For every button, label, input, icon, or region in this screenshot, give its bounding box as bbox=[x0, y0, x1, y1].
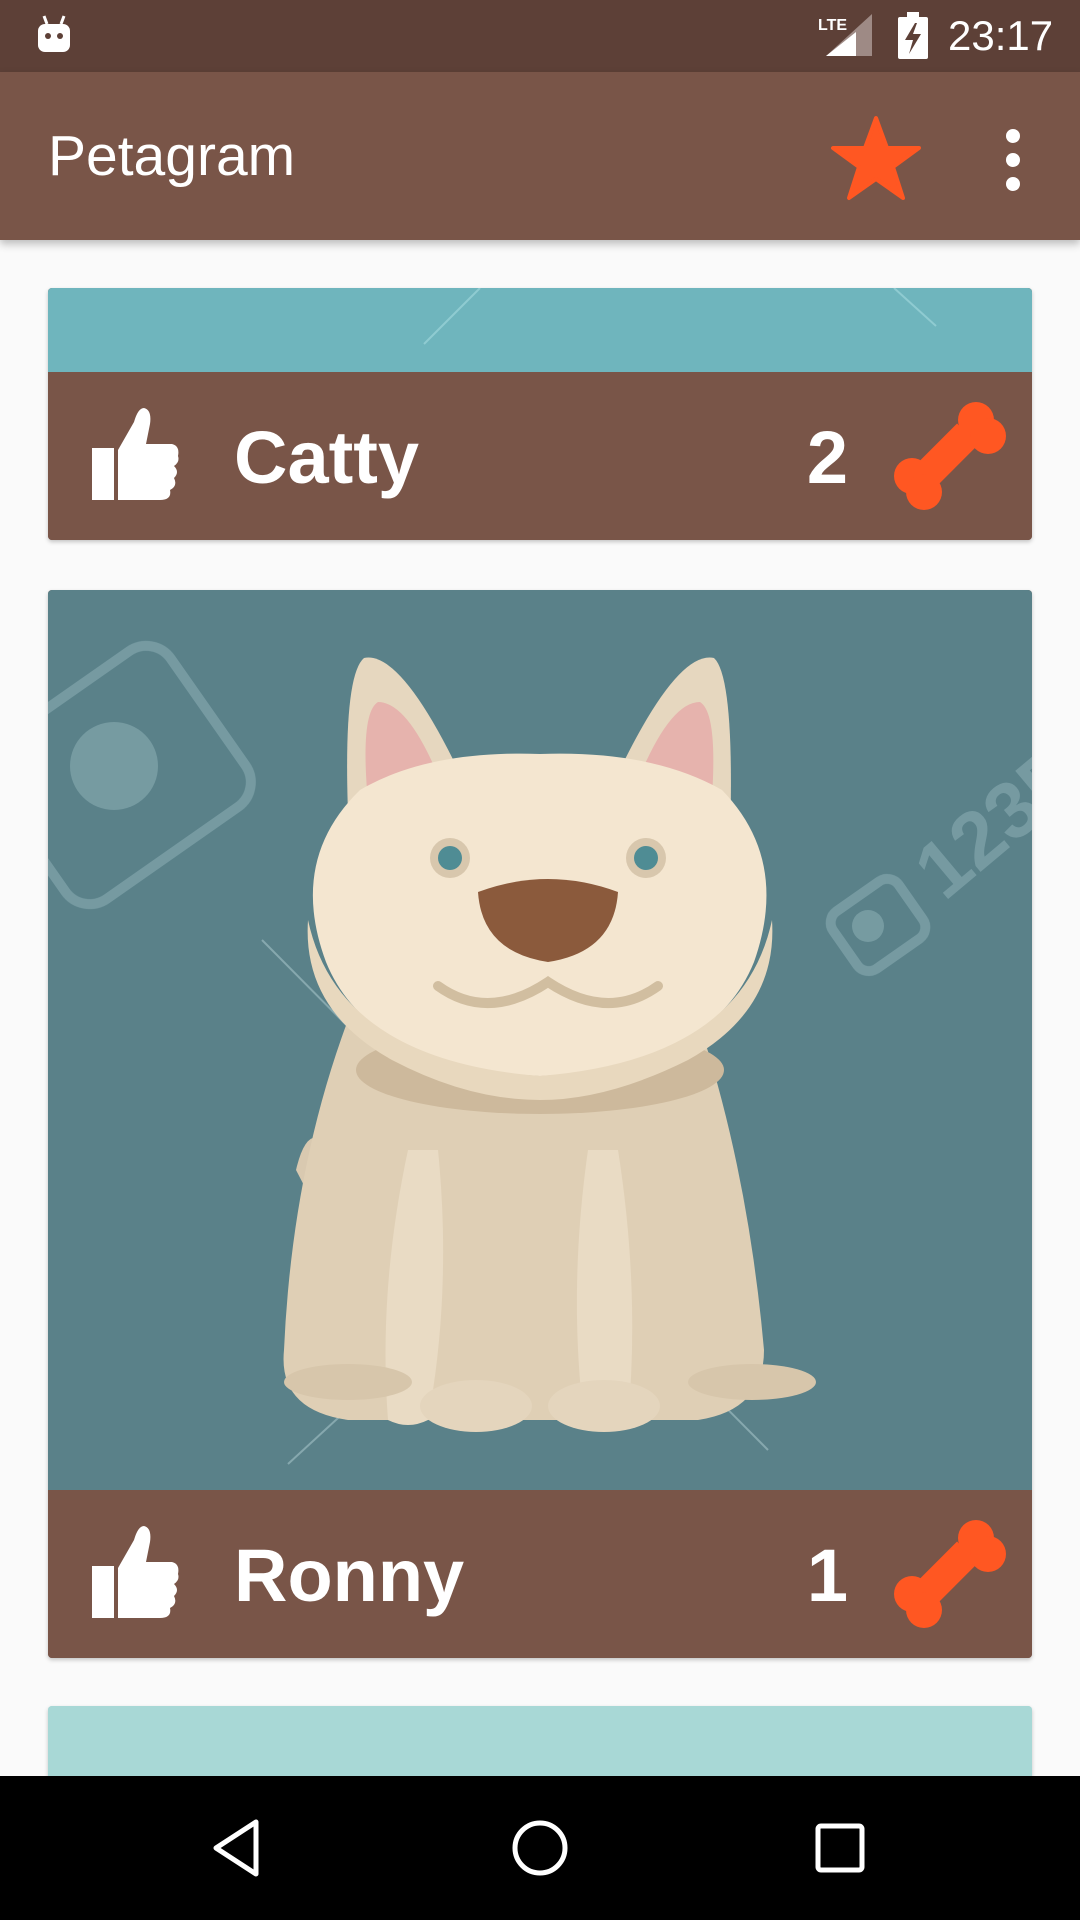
like-count: 1 bbox=[806, 1534, 848, 1617]
thumbs-up-icon[interactable] bbox=[86, 402, 182, 506]
battery-charging-icon bbox=[898, 12, 928, 59]
lte-signal-icon: LTE bbox=[818, 14, 872, 56]
pet-name: Ronny bbox=[234, 1534, 465, 1617]
app-title: Petagram bbox=[48, 124, 296, 188]
pet-photo: 123R bbox=[48, 590, 1032, 1490]
network-label: LTE bbox=[818, 17, 847, 34]
bone-icon[interactable] bbox=[892, 398, 1008, 514]
status-bar: LTE 23:17 bbox=[0, 0, 1080, 72]
pet-list[interactable]: Catty 2 123R Ronny 1 bbox=[0, 240, 1080, 1776]
star-icon[interactable] bbox=[828, 112, 924, 208]
android-notification-icon bbox=[38, 15, 70, 52]
back-icon[interactable] bbox=[208, 1816, 272, 1880]
navigation-bar bbox=[0, 1776, 1080, 1920]
thumbs-up-icon[interactable] bbox=[86, 1520, 182, 1624]
recents-icon[interactable] bbox=[808, 1816, 872, 1880]
pet-photo bbox=[48, 288, 1032, 372]
like-count: 2 bbox=[806, 416, 848, 499]
pet-photo bbox=[48, 1706, 1032, 1776]
overflow-menu-icon[interactable] bbox=[990, 124, 1036, 196]
pet-card bbox=[48, 1706, 1032, 1776]
status-clock: 23:17 bbox=[948, 12, 1054, 59]
home-icon[interactable] bbox=[508, 1816, 572, 1880]
pet-card-footer: Ronny 1 bbox=[48, 1490, 1032, 1658]
pet-card: 123R Ronny 1 bbox=[48, 590, 1032, 1658]
bone-icon[interactable] bbox=[892, 1516, 1008, 1632]
pet-name: Catty bbox=[234, 416, 420, 499]
pet-card: Catty 2 bbox=[48, 288, 1032, 540]
pet-card-footer: Catty 2 bbox=[48, 372, 1032, 540]
app-bar: Petagram bbox=[0, 72, 1080, 240]
